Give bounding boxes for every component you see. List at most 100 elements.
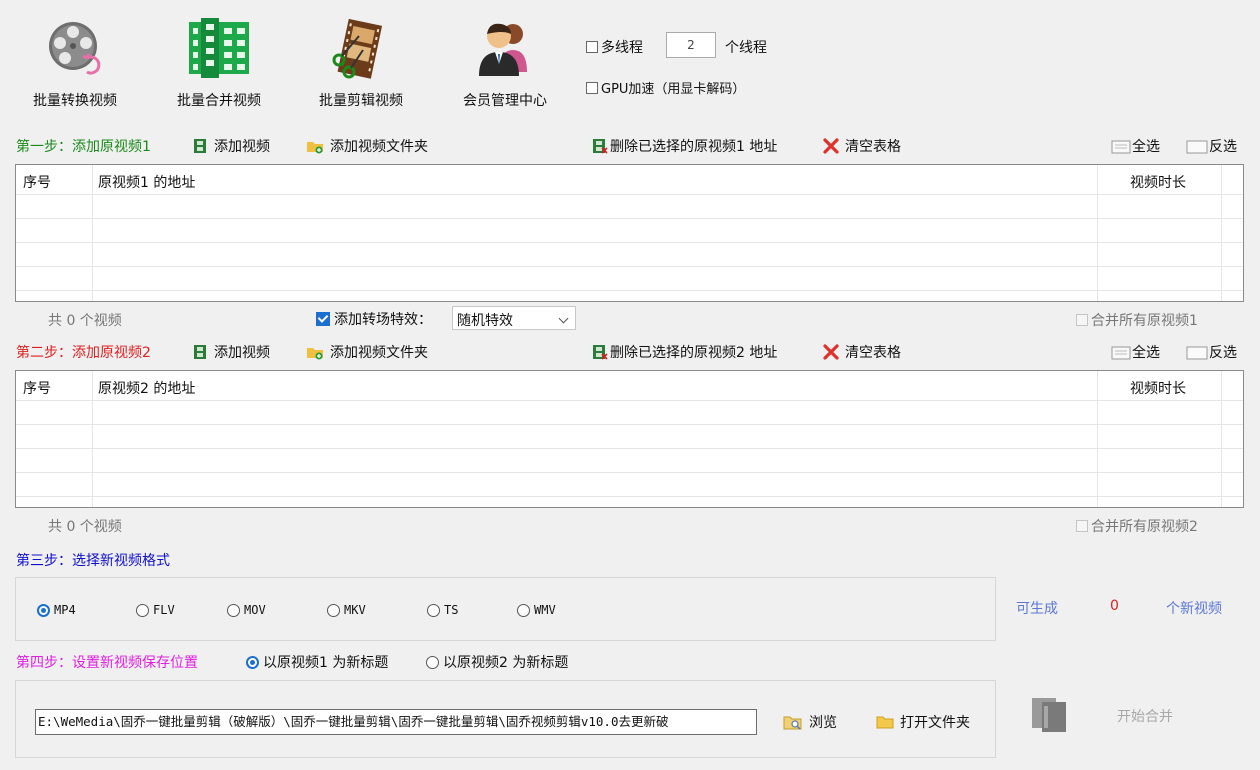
step1-clear-table-button[interactable]: 清空表格 bbox=[823, 136, 901, 156]
transition-check-box[interactable] bbox=[316, 312, 330, 326]
format-label: MOV bbox=[244, 603, 266, 617]
format-option-mp4[interactable]: MP4 bbox=[37, 603, 76, 617]
step1-col-path: 原视频1 的地址 bbox=[98, 175, 196, 191]
merge-all-video1-label: 合并所有原视频1 bbox=[1091, 313, 1198, 329]
step2-invert-button[interactable]: 反选 bbox=[1186, 342, 1237, 362]
red-x-icon bbox=[823, 138, 839, 154]
thread-count-input[interactable]: 2 bbox=[666, 32, 716, 58]
film-delete-icon bbox=[593, 345, 608, 360]
step2-add-folder-button[interactable]: 添加视频文件夹 bbox=[306, 342, 428, 362]
step1-clear-table-label: 清空表格 bbox=[845, 139, 901, 155]
title-option-2[interactable]: 以原视频2 为新标题 bbox=[426, 652, 568, 672]
multithread-check-box[interactable] bbox=[586, 41, 598, 53]
batch-merge-button[interactable]: 批量合并视频 bbox=[154, 2, 284, 109]
format-option-flv[interactable]: FLV bbox=[136, 603, 175, 617]
step2-select-all-label: 全选 bbox=[1132, 345, 1160, 361]
title-radio[interactable] bbox=[246, 655, 259, 669]
step2-clear-table-button[interactable]: 清空表格 bbox=[823, 342, 901, 362]
start-merge-button[interactable]: 开始合并 bbox=[1117, 706, 1173, 726]
title-option-1-label: 以原视频1 为新标题 bbox=[263, 655, 389, 671]
film-strip-icon bbox=[332, 18, 383, 79]
step2-col-path: 原视频2 的地址 bbox=[98, 381, 196, 397]
step1-video-table[interactable]: 序号 原视频1 的地址 视频时长 bbox=[15, 164, 1244, 302]
gpu-check-box[interactable] bbox=[586, 81, 598, 94]
transition-effect-value: 随机特效 bbox=[457, 313, 513, 329]
folder-add-icon bbox=[307, 348, 323, 360]
browse-button[interactable]: 浏览 bbox=[783, 712, 837, 732]
title-option-1[interactable]: 以原视频1 为新标题 bbox=[246, 652, 388, 672]
merge-all-video2-checkbox[interactable]: 合并所有原视频2 bbox=[1076, 516, 1198, 536]
film-delete-icon bbox=[593, 139, 608, 154]
batch-cut-button[interactable]: 批量剪辑视频 bbox=[296, 2, 426, 109]
open-folder-label: 打开文件夹 bbox=[900, 715, 970, 731]
step2-col-duration: 视频时长 bbox=[1130, 381, 1186, 397]
step2-delete-selected-button[interactable]: 删除已选择的原视频2 地址 bbox=[592, 342, 777, 362]
format-radio[interactable] bbox=[517, 603, 530, 617]
folder-search-icon bbox=[783, 716, 802, 730]
format-radio[interactable] bbox=[327, 603, 340, 617]
format-option-ts[interactable]: TS bbox=[427, 603, 458, 617]
step1-add-video-button[interactable]: 添加视频 bbox=[192, 136, 270, 156]
format-radio[interactable] bbox=[427, 603, 440, 617]
step1-invert-label: 反选 bbox=[1209, 139, 1237, 155]
step2-clear-table-label: 清空表格 bbox=[845, 345, 901, 361]
start-merge-icon[interactable] bbox=[1030, 694, 1070, 734]
users-icon bbox=[479, 23, 527, 76]
open-folder-button[interactable]: 打开文件夹 bbox=[876, 712, 970, 732]
step1-select-all-label: 全选 bbox=[1132, 139, 1160, 155]
folder-icon bbox=[876, 716, 894, 729]
transition-checkbox[interactable]: 添加转场特效： bbox=[316, 309, 432, 329]
folder-add-icon bbox=[307, 142, 323, 154]
batch-merge-label: 批量合并视频 bbox=[177, 93, 261, 109]
format-radio[interactable] bbox=[136, 603, 149, 617]
step2-col-index: 序号 bbox=[23, 381, 51, 397]
film-icon bbox=[194, 139, 206, 153]
format-option-wmv[interactable]: WMV bbox=[517, 603, 556, 617]
transition-effect-select[interactable]: 随机特效 bbox=[452, 306, 576, 330]
batch-convert-label: 批量转换视频 bbox=[33, 93, 117, 109]
multithread-checkbox[interactable]: 多线程 bbox=[586, 37, 643, 57]
save-path-input[interactable]: E:\WeMedia\固乔一键批量剪辑（破解版）\固乔一键批量剪辑\固乔一键批量… bbox=[35, 709, 757, 735]
transition-label: 添加转场特效： bbox=[334, 312, 432, 328]
step1-add-folder-button[interactable]: 添加视频文件夹 bbox=[306, 136, 428, 156]
format-radio[interactable] bbox=[37, 603, 50, 617]
merge-pages-icon bbox=[1032, 698, 1066, 732]
grid-blocks-icon bbox=[189, 18, 249, 78]
step2-video-table[interactable]: 序号 原视频2 的地址 视频时长 bbox=[15, 370, 1244, 508]
step2-add-video-button[interactable]: 添加视频 bbox=[192, 342, 270, 362]
step1-delete-selected-button[interactable]: 删除已选择的原视频1 地址 bbox=[592, 136, 777, 156]
multithread-label: 多线程 bbox=[601, 40, 643, 56]
merge-all-video1-check-box[interactable] bbox=[1076, 314, 1088, 326]
step2-select-all-button[interactable]: 全选 bbox=[1111, 342, 1160, 362]
gpu-label: GPU加速（用显卡解码） bbox=[601, 82, 746, 97]
step2-delete-selected-label: 删除已选择的原视频2 地址 bbox=[610, 345, 778, 361]
generate-count: 0 bbox=[1110, 598, 1119, 614]
title-option-2-label: 以原视频2 为新标题 bbox=[443, 655, 569, 671]
format-panel: MP4 FLV MOV MKV TS WMV bbox=[15, 577, 996, 641]
merge-all-video2-check-box[interactable] bbox=[1076, 520, 1088, 532]
chevron-down-icon bbox=[558, 313, 569, 324]
page-icon bbox=[1186, 346, 1208, 360]
format-radio[interactable] bbox=[227, 603, 240, 617]
format-label: FLV bbox=[153, 603, 175, 617]
page-icon bbox=[1111, 346, 1131, 360]
step2-add-folder-label: 添加视频文件夹 bbox=[330, 345, 428, 361]
merge-all-video1-checkbox[interactable]: 合并所有原视频1 bbox=[1076, 310, 1198, 330]
format-option-mkv[interactable]: MKV bbox=[327, 603, 366, 617]
title-radio[interactable] bbox=[426, 655, 439, 669]
format-option-mov[interactable]: MOV bbox=[227, 603, 266, 617]
step1-add-folder-label: 添加视频文件夹 bbox=[330, 139, 428, 155]
batch-convert-button[interactable]: 批量转换视频 bbox=[10, 2, 140, 109]
step1-select-all-button[interactable]: 全选 bbox=[1111, 136, 1160, 156]
step2-invert-label: 反选 bbox=[1209, 345, 1237, 361]
can-generate-label: 可生成 bbox=[1016, 601, 1058, 617]
format-label: TS bbox=[444, 603, 459, 617]
browse-label: 浏览 bbox=[809, 715, 837, 731]
film-icon bbox=[194, 345, 206, 359]
member-center-button[interactable]: 会员管理中心 bbox=[440, 2, 570, 109]
step1-count: 共 0 个视频 bbox=[48, 313, 122, 329]
format-label: MP4 bbox=[54, 603, 76, 617]
step1-invert-button[interactable]: 反选 bbox=[1186, 136, 1237, 156]
new-videos-label: 个新视频 bbox=[1166, 601, 1222, 617]
gpu-checkbox[interactable]: GPU加速（用显卡解码） bbox=[586, 78, 745, 97]
